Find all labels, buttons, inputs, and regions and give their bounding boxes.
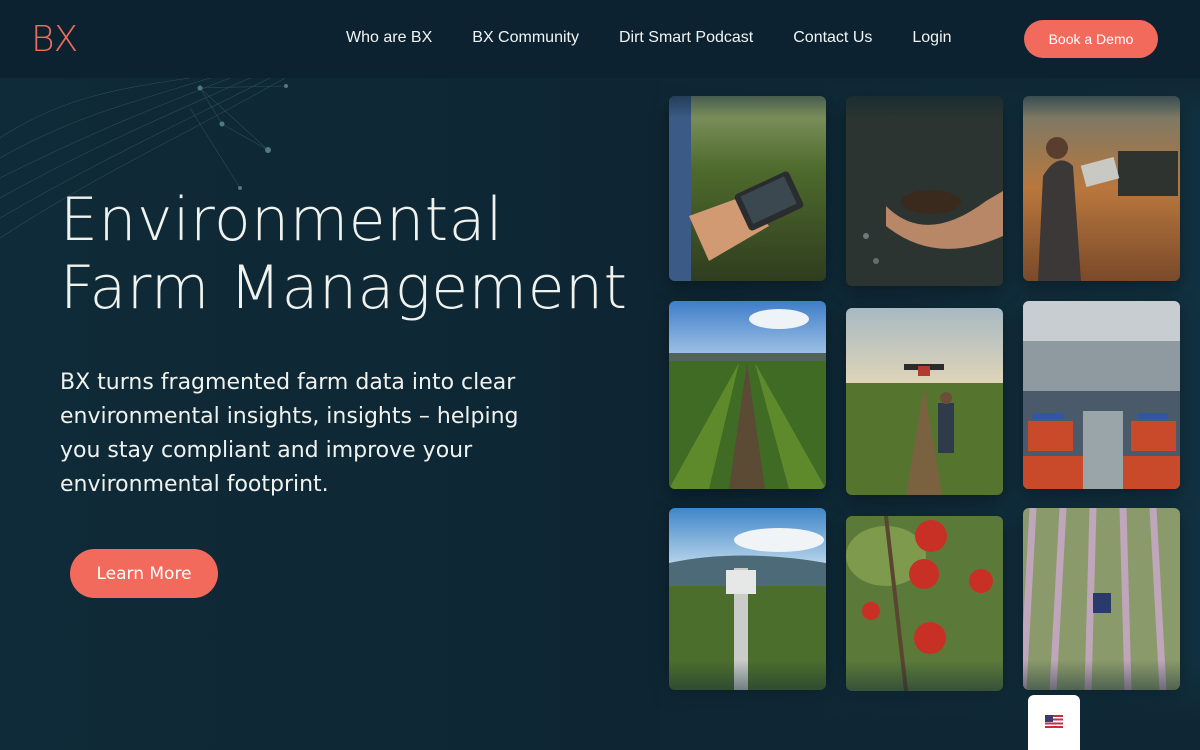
nav-who-are-bx[interactable]: Who are BX xyxy=(346,28,432,48)
title-line-1: Environmental xyxy=(60,185,504,255)
learn-more-button[interactable]: Learn More xyxy=(70,549,218,598)
language-selector[interactable] xyxy=(1028,695,1080,750)
farmer-with-laptop-sunset-photo xyxy=(1023,96,1180,281)
nav-dirt-smart-podcast[interactable]: Dirt Smart Podcast xyxy=(619,28,753,48)
hands-holding-soil-photo xyxy=(846,96,1003,286)
bx-logo[interactable]: BX xyxy=(31,20,78,60)
title-line-2: Farm Management xyxy=(60,253,628,323)
page-title: Environmental Farm Management xyxy=(60,186,628,322)
nav-login[interactable]: Login xyxy=(912,28,951,48)
vineyard-rows-photo xyxy=(669,301,826,489)
fruit-packing-facility-photo xyxy=(1023,301,1180,489)
drone-over-vineyard-photo xyxy=(846,308,1003,495)
book-demo-button[interactable]: Book a Demo xyxy=(1024,20,1158,58)
gallery-top-fade xyxy=(660,78,1200,118)
tablet-in-vineyard-photo xyxy=(669,96,826,281)
nav-contact-us[interactable]: Contact Us xyxy=(793,28,872,48)
hero-subtitle: BX turns fragmented farm data into clear… xyxy=(60,370,519,497)
us-flag-icon xyxy=(1045,715,1063,728)
main-nav: Who are BX BX Community Dirt Smart Podca… xyxy=(346,28,952,48)
nav-bx-community[interactable]: BX Community xyxy=(472,28,579,48)
site-header: BX Who are BX BX Community Dirt Smart Po… xyxy=(0,0,1200,78)
gallery-bottom-fade xyxy=(660,660,1200,750)
